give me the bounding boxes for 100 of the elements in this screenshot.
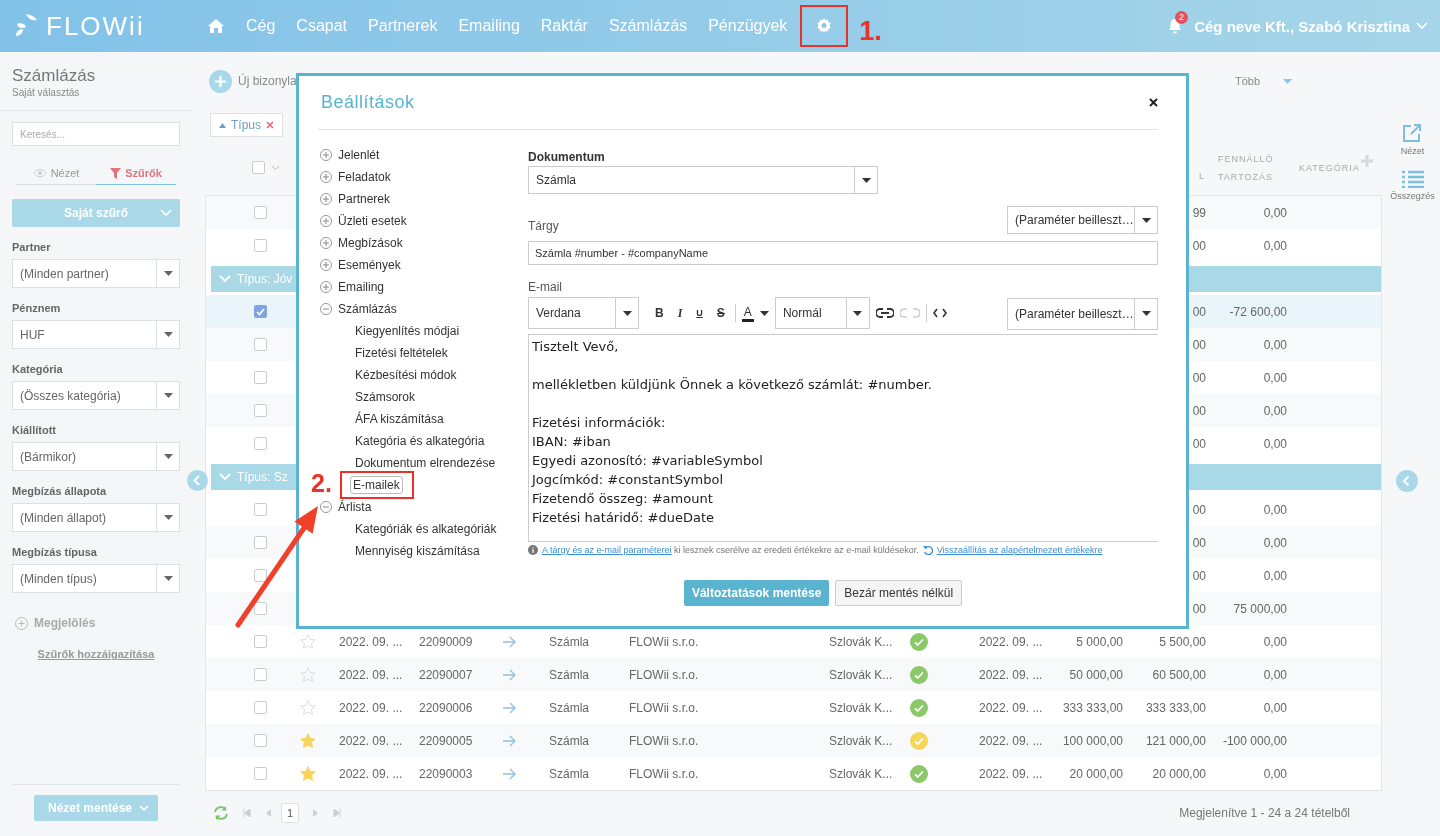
- rail-label[interactable]: Összegzés: [1390, 191, 1435, 201]
- tree-toggle-icon[interactable]: [320, 149, 332, 161]
- chevron-down-icon[interactable]: [160, 209, 172, 217]
- row-checkbox[interactable]: [253, 338, 267, 351]
- row-checkbox[interactable]: [253, 569, 267, 582]
- document-dropdown[interactable]: Számla: [528, 166, 878, 194]
- chevron-down-icon[interactable]: [219, 274, 231, 283]
- parameter-dropdown[interactable]: (Paraméter beilleszt…: [1007, 206, 1158, 234]
- star-icon[interactable]: [299, 667, 316, 682]
- tree-item[interactable]: Mennyiség kiszámítása: [355, 540, 480, 562]
- subject-field[interactable]: Számla #number - #companyName: [528, 241, 1158, 265]
- tree-item[interactable]: Jelenlét: [338, 148, 380, 162]
- settings-icon[interactable]: [816, 18, 833, 34]
- row-checkbox[interactable]: [253, 503, 267, 516]
- more-menu[interactable]: Több: [1234, 75, 1260, 87]
- format-button[interactable]: U: [692, 308, 707, 318]
- tree-toggle-icon[interactable]: [320, 501, 332, 513]
- first-page-icon[interactable]: [243, 809, 251, 817]
- select-all-checkbox[interactable]: [252, 161, 265, 174]
- rail-label[interactable]: Nézet: [1400, 146, 1425, 156]
- size-dropdown[interactable]: Normál: [774, 297, 870, 329]
- font-dropdown[interactable]: Verdana: [528, 297, 639, 329]
- format-button[interactable]: S: [712, 306, 729, 320]
- tree-item[interactable]: Dokumentum elrendezése: [355, 452, 496, 474]
- caret-icon[interactable]: [622, 310, 632, 316]
- row-checkbox[interactable]: [253, 602, 267, 615]
- caret-icon[interactable]: [1141, 311, 1151, 316]
- tree-item[interactable]: Számsorok: [355, 386, 416, 408]
- chevron-down-icon[interactable]: [1416, 22, 1428, 30]
- tree-item[interactable]: Emailing: [338, 280, 385, 294]
- format-button[interactable]: I: [673, 305, 687, 321]
- row-checkbox[interactable]: [253, 767, 267, 780]
- external-link-icon[interactable]: [1402, 123, 1423, 143]
- caret-icon[interactable]: [1141, 217, 1151, 223]
- row-checkbox[interactable]: [253, 668, 267, 681]
- row-checkbox[interactable]: [253, 371, 267, 384]
- caret-icon[interactable]: [163, 515, 173, 520]
- caret-icon[interactable]: [163, 332, 173, 337]
- tree-item[interactable]: Partnerek: [338, 192, 391, 206]
- eye-icon[interactable]: [32, 168, 47, 178]
- last-page-icon[interactable]: [333, 809, 342, 817]
- filter-dropdown[interactable]: (Bármikor): [12, 442, 180, 471]
- next-page-icon[interactable]: [313, 809, 320, 817]
- tree-item[interactable]: E-mailek: [350, 476, 403, 494]
- tree-toggle-icon[interactable]: [320, 259, 332, 271]
- caret-icon[interactable]: [759, 310, 769, 316]
- caret-icon[interactable]: [163, 576, 173, 581]
- code-icon[interactable]: [932, 308, 947, 318]
- refresh-icon[interactable]: [213, 806, 229, 820]
- page-number[interactable]: 1: [281, 803, 300, 823]
- tree-toggle-icon[interactable]: [320, 215, 332, 227]
- filter-dropdown[interactable]: (Minden állapot): [12, 503, 180, 532]
- caret-icon[interactable]: [861, 177, 871, 183]
- tree-toggle-icon[interactable]: [320, 171, 332, 183]
- star-icon[interactable]: [299, 733, 316, 748]
- tree-toggle-icon[interactable]: [320, 281, 332, 293]
- tree-item[interactable]: Feladatok: [338, 170, 391, 184]
- tree-item[interactable]: Árlista: [338, 500, 372, 514]
- close-icon[interactable]: [1149, 98, 1158, 107]
- caret-icon[interactable]: [163, 271, 173, 276]
- remove-icon[interactable]: [266, 121, 274, 129]
- row-checkbox[interactable]: [253, 536, 267, 549]
- list-icon[interactable]: [1401, 170, 1424, 188]
- tree-item[interactable]: Események: [338, 258, 401, 272]
- filter-dropdown[interactable]: (Minden típus): [12, 564, 180, 593]
- filter-dropdown[interactable]: (Összes kategória): [12, 381, 180, 410]
- tree-item[interactable]: Fizetési feltételek: [355, 342, 448, 364]
- tree-item[interactable]: Kategóriák és alkategóriák: [355, 518, 497, 540]
- previous-page-icon[interactable]: [265, 809, 271, 817]
- link-icon[interactable]: [875, 308, 894, 318]
- home-icon[interactable]: [207, 18, 225, 34]
- chevron-down-icon[interactable]: [139, 805, 149, 811]
- parameters-link[interactable]: A tárgy és az e-mail paraméterei: [542, 545, 672, 555]
- unlink-icon[interactable]: [899, 308, 920, 318]
- tree-item[interactable]: Üzleti esetek: [338, 214, 407, 228]
- add-column-icon[interactable]: [1361, 155, 1373, 167]
- tree-toggle-icon[interactable]: [320, 193, 332, 205]
- chevron-down-icon[interactable]: [219, 472, 231, 481]
- row-checkbox[interactable]: [253, 734, 267, 747]
- tree-toggle-icon[interactable]: [320, 303, 332, 315]
- tree-item[interactable]: Számlázás: [338, 302, 397, 316]
- tree-item[interactable]: Megbízások: [338, 236, 403, 250]
- row-checkbox[interactable]: [253, 701, 267, 714]
- collapse-button[interactable]: [187, 470, 208, 491]
- format-button[interactable]: B: [651, 306, 668, 320]
- plus-circle-icon[interactable]: [15, 616, 28, 630]
- email-editor[interactable]: [528, 334, 1158, 542]
- tree-item[interactable]: Kézbesítési módok: [355, 364, 457, 386]
- row-checkbox[interactable]: [253, 404, 267, 417]
- filter-dropdown[interactable]: (Minden partner): [12, 259, 180, 288]
- tree-toggle-icon[interactable]: [320, 237, 332, 249]
- sort-up-icon[interactable]: [219, 122, 226, 128]
- row-checkbox[interactable]: [253, 206, 267, 219]
- text-color-button[interactable]: A: [741, 304, 754, 322]
- reset-defaults-link[interactable]: Visszaállítás az alapértelmezett értékekre: [936, 545, 1103, 555]
- caret-icon[interactable]: [163, 393, 173, 398]
- caret-icon[interactable]: [853, 310, 863, 316]
- row-checkbox[interactable]: [253, 239, 267, 252]
- parameter-dropdown[interactable]: (Paraméter beilleszt…: [1007, 297, 1158, 330]
- star-icon[interactable]: [299, 700, 316, 715]
